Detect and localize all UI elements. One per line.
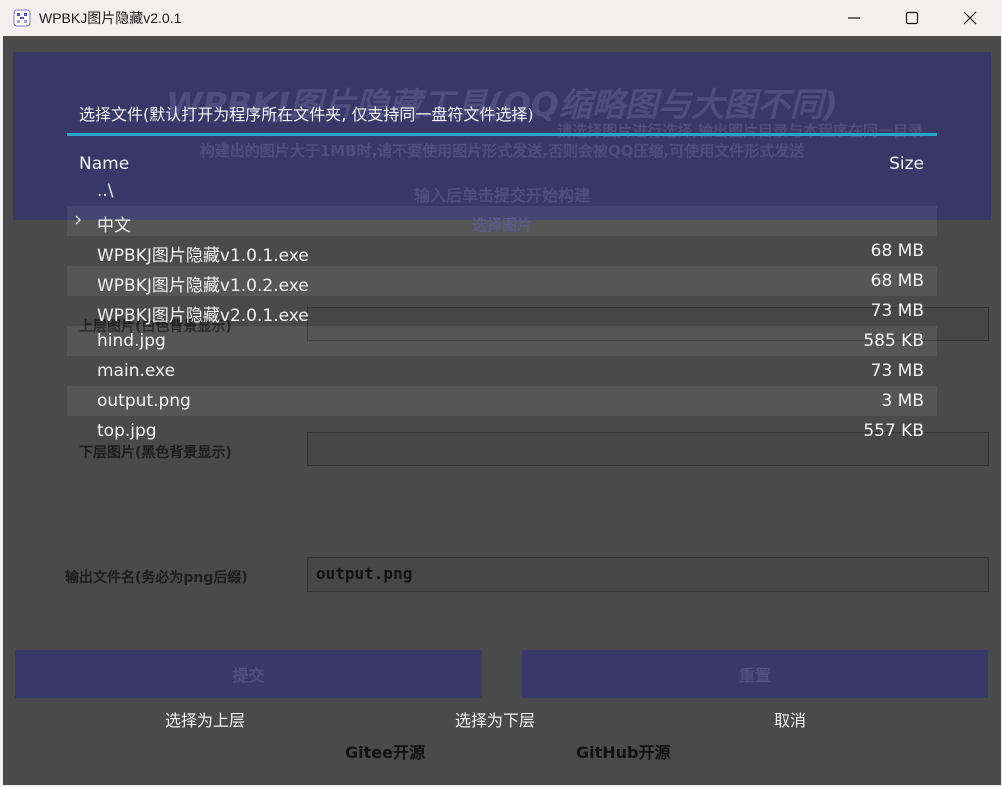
file-name: WPBKJ图片隐藏v1.0.2.exe	[97, 276, 309, 296]
file-name: WPBKJ图片隐藏v1.0.1.exe	[97, 246, 309, 266]
file-name: hind.jpg	[97, 331, 166, 351]
maximize-icon	[905, 11, 919, 25]
app-icon	[13, 9, 31, 27]
file-name: 中文	[97, 216, 131, 236]
column-header-size[interactable]: Size	[889, 154, 924, 174]
maximize-button[interactable]	[889, 0, 935, 36]
title-bar: WPBKJ图片隐藏v2.0.1	[0, 0, 1002, 36]
column-header-name[interactable]: Name	[79, 154, 129, 174]
cancel-button[interactable]: 取消	[774, 707, 806, 731]
file-row-parent[interactable]: ..\	[67, 176, 937, 206]
gitee-link[interactable]: Gitee开源	[345, 739, 425, 763]
description-line-2: 构建出的图片大于1MB时,请不要使用图片形式发送,否则会被QQ压缩,可使用文件形…	[199, 142, 805, 160]
file-name: top.jpg	[97, 421, 157, 441]
file-size: 73 MB	[870, 301, 924, 321]
file-size: 73 MB	[870, 361, 924, 381]
close-icon	[963, 11, 977, 25]
select-as-upper-button[interactable]: 选择为上层	[165, 707, 245, 731]
file-chooser-prompt: 选择文件(默认打开为程序所在文件夹, 仅支持同一盘符文件选择)	[79, 105, 534, 124]
close-button[interactable]	[947, 0, 993, 36]
file-chooser-underline	[67, 133, 937, 136]
file-name: output.png	[97, 391, 191, 411]
chevron-right-icon	[75, 215, 81, 225]
file-name: ..\	[97, 181, 114, 201]
submit-button[interactable]: 提交	[15, 650, 482, 698]
file-row[interactable]: WPBKJ图片隐藏v2.0.1.exe 73 MB	[67, 296, 937, 326]
file-name: WPBKJ图片隐藏v2.0.1.exe	[97, 306, 309, 326]
github-link[interactable]: GitHub开源	[576, 739, 671, 763]
file-size: 3 MB	[881, 391, 924, 411]
reset-button[interactable]: 重置	[522, 650, 988, 698]
file-list: ..\ 中文 WPBKJ图片隐藏v1.0.1.exe 68 MB WPBKJ图片…	[67, 176, 937, 446]
file-row[interactable]: main.exe 73 MB	[67, 356, 937, 386]
file-name: main.exe	[97, 361, 176, 381]
file-row[interactable]: top.jpg 557 KB	[67, 416, 937, 446]
file-size: 557 KB	[863, 421, 924, 441]
file-size: 585 KB	[863, 331, 924, 351]
file-row-folder[interactable]: 中文	[67, 206, 937, 236]
file-size: 68 MB	[870, 241, 924, 261]
file-row[interactable]: output.png 3 MB	[67, 386, 937, 416]
window-title: WPBKJ图片隐藏v2.0.1	[39, 10, 182, 26]
file-size: 68 MB	[870, 271, 924, 291]
output-filename-input[interactable]: output.png	[307, 557, 989, 592]
minimize-icon	[848, 17, 860, 19]
file-row[interactable]: hind.jpg 585 KB	[67, 326, 937, 356]
output-filename-label: 输出文件名(务必为png后缀)	[65, 570, 248, 586]
minimize-button[interactable]	[831, 0, 877, 36]
file-row[interactable]: WPBKJ图片隐藏v1.0.2.exe 68 MB	[67, 266, 937, 296]
select-as-lower-button[interactable]: 选择为下层	[455, 707, 535, 731]
file-row[interactable]: WPBKJ图片隐藏v1.0.1.exe 68 MB	[67, 236, 937, 266]
